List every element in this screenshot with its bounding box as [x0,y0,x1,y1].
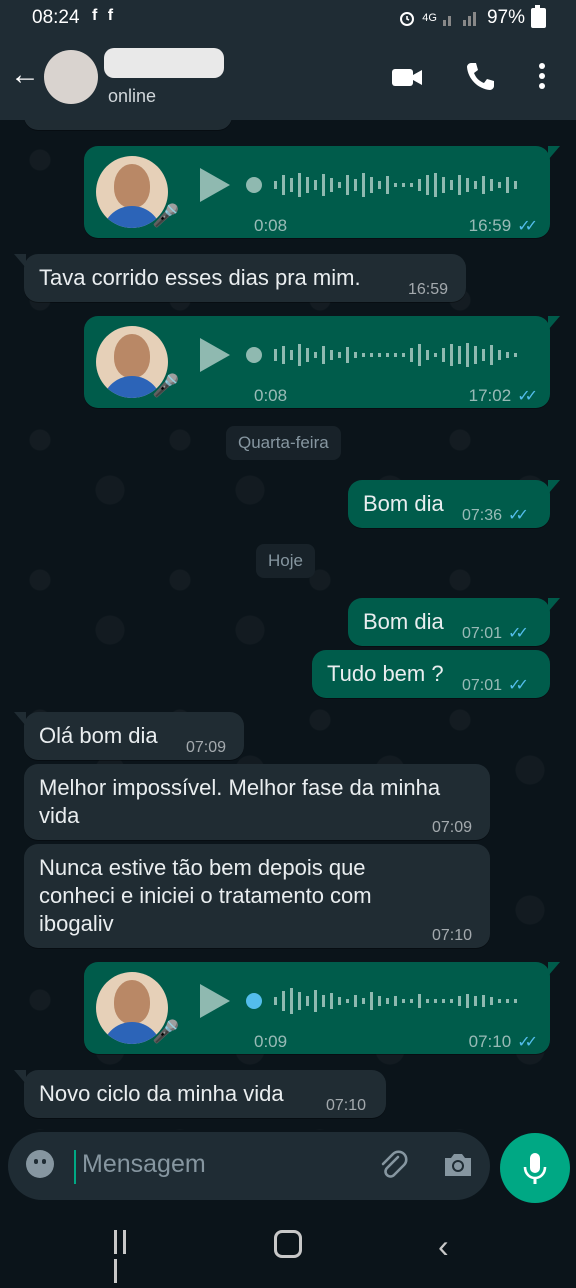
battery-level: 97% [486,7,525,28]
message-text: Nunca estive tão bem depois que conheci e… [39,855,372,936]
mic-icon [523,1153,547,1184]
voice-message[interactable]: 🎤 0:08 17:02 ✓✓ [84,316,560,408]
menu-dots-icon[interactable] [536,60,548,92]
message-time: 07:10 [432,927,473,944]
contact-name-redacted[interactable] [104,48,224,78]
outgoing-message[interactable]: Tudo bem ? 07:01 ✓✓ [312,650,550,698]
incoming-message[interactable]: Nunca estive tão bem depois que conheci e… [24,844,490,948]
voice-duration: 0:09 [254,1032,288,1051]
camera-icon[interactable] [442,1150,474,1180]
incoming-message[interactable]: Novo ciclo da minha vida 07:10 [14,1070,386,1118]
message-time: 07:09 [186,739,227,756]
voice-duration: 0:08 [254,216,288,235]
read-ticks-icon: ✓✓ [517,1034,538,1051]
emoji-icon[interactable] [26,1150,54,1178]
voice-record-button[interactable] [500,1133,570,1203]
outgoing-message[interactable]: Bom dia 07:36 ✓✓ [348,480,560,528]
message-text: Tava corrido esses dias pra mim. [39,265,361,290]
read-ticks-icon: ✓✓ [517,218,538,235]
attach-icon[interactable] [376,1148,410,1182]
phone-icon[interactable] [464,60,496,92]
date-separator: Hoje [256,544,315,578]
message-text: Tudo bem ? [327,661,444,686]
message-time: 07:10 ✓✓ [468,1032,538,1051]
message-time: 07:09 [432,819,473,836]
read-ticks-icon: ✓✓ [508,507,529,524]
message-time: 07:10 [326,1097,367,1114]
voice-message[interactable]: 🎤 0:09 07:10 ✓✓ [84,962,560,1054]
play-icon[interactable] [200,168,230,202]
incoming-message[interactable]: Melhor impossível. Melhor fase da minha v… [24,764,490,840]
date-separator: Quarta-feira [226,426,341,460]
status-time: 08:24 [32,7,80,28]
message-time: 07:01 ✓✓ [462,677,529,694]
nav-back-icon[interactable]: ‹ [438,1228,449,1265]
play-icon[interactable] [200,338,230,372]
battery-icon [531,5,546,28]
message-text: Bom dia [363,491,444,516]
status-bar: 08:24 f f 4G 97% [0,0,576,36]
alarm-icon [400,12,415,26]
partial-message [24,120,232,130]
mic-icon: 🎤 [152,1019,180,1044]
recents-icon[interactable] [114,1230,138,1283]
message-time: 17:02 ✓✓ [468,386,538,405]
read-ticks-icon: ✓✓ [508,677,529,694]
home-icon[interactable] [274,1230,302,1258]
message-time: 07:36 ✓✓ [462,507,529,524]
network-type: 4G [422,12,437,24]
voice-message[interactable]: 🎤 0:08 16:59 ✓✓ [84,146,560,238]
play-icon[interactable] [200,984,230,1018]
back-arrow-icon[interactable]: ← [10,58,40,92]
message-time: 16:59 [408,281,449,298]
message-composer[interactable]: Mensagem [8,1132,490,1200]
message-time: 07:01 ✓✓ [462,625,529,642]
mic-icon: 🎤 [152,203,180,228]
read-ticks-icon: ✓✓ [508,625,529,642]
voice-duration: 0:08 [254,386,288,405]
incoming-message[interactable]: Tava corrido esses dias pra mim. 16:59 [14,254,466,302]
presence-status: online [108,86,157,106]
status-right: 4G 97% [398,5,546,29]
message-text: Melhor impossível. Melhor fase da minha v… [39,775,441,828]
incoming-message[interactable]: Olá bom dia 07:09 [14,712,244,760]
chat-header: ← online [0,36,576,120]
read-ticks-icon: ✓✓ [517,388,538,405]
message-input[interactable]: Mensagem [82,1150,206,1179]
outgoing-message[interactable]: Bom dia 07:01 ✓✓ [348,598,560,646]
waveform[interactable] [244,170,534,200]
signal-icon [442,12,476,26]
message-text: Olá bom dia [39,723,158,748]
message-text: Bom dia [363,609,444,634]
mic-icon: 🎤 [152,373,180,398]
message-text: Novo ciclo da minha vida [39,1081,284,1106]
notification-icons: f f [92,7,117,24]
system-nav-bar: ‹ [0,1204,576,1283]
text-caret [74,1150,76,1184]
waveform[interactable] [244,986,534,1016]
waveform[interactable] [244,340,534,370]
contact-avatar[interactable] [44,50,98,104]
video-call-icon[interactable] [390,60,424,94]
message-list[interactable]: 🎤 0:08 16:59 ✓✓ Tava corrido esses dias p… [0,120,576,1130]
message-time: 16:59 ✓✓ [468,216,538,235]
